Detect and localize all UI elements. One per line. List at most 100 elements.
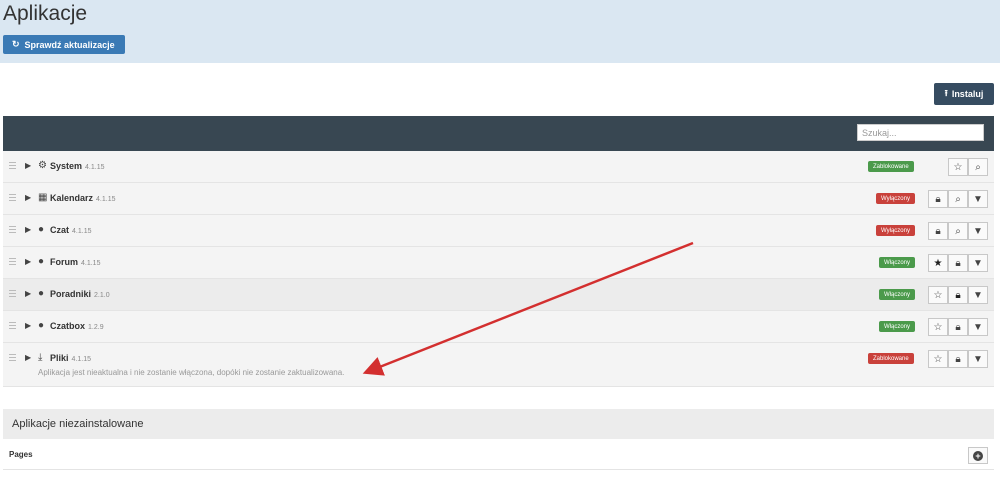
comments-icon: ● — [38, 256, 45, 267]
expand-caret-icon[interactable]: ▶ — [25, 353, 31, 362]
star-outline-icon: ☆ — [953, 161, 963, 173]
install-app-button[interactable]: + — [968, 447, 988, 464]
lock-icon: 🔒︎ — [955, 321, 961, 333]
uninstalled-section-header: Aplikacje niezainstalowane — [3, 409, 994, 439]
search-app-button[interactable]: ⌕ — [968, 158, 988, 176]
lock-button[interactable]: 🔒︎ — [948, 254, 968, 272]
check-updates-button[interactable]: ↻ Sprawdź aktualizacje — [3, 35, 125, 54]
lock-button[interactable]: 🔒︎ — [948, 318, 968, 336]
lock-icon: 🔒︎ — [935, 193, 941, 205]
lock-button[interactable]: 🔒︎ — [948, 350, 968, 368]
status-badge: Zablokowane — [868, 353, 914, 364]
dropdown-button[interactable]: ▼ — [968, 222, 988, 240]
app-row-forum: ▶ ● Forum 4.1.15 Włączony ★ 🔒︎ ▼ — [3, 247, 994, 279]
expand-caret-icon[interactable]: ▶ — [25, 289, 31, 298]
drag-handle-icon[interactable] — [9, 290, 16, 297]
app-name: Czat 4.1.15 — [50, 225, 92, 235]
uninstalled-app-row: Pages + — [3, 440, 994, 470]
install-button[interactable]: ⭱ Instaluj — [934, 83, 994, 105]
drag-handle-icon[interactable] — [9, 226, 16, 233]
app-name: Forum 4.1.15 — [50, 257, 101, 267]
lock-button[interactable]: 🔒︎ — [928, 190, 948, 208]
caret-down-icon: ▼ — [973, 289, 983, 301]
lock-icon: 🔒︎ — [955, 353, 961, 365]
lock-button[interactable]: 🔒︎ — [948, 286, 968, 304]
comments-icon: ● — [38, 288, 45, 299]
calendar-icon: ▦ — [38, 192, 48, 203]
app-name: Czatbox 1.2.9 — [50, 321, 104, 331]
search-icon: ⌕ — [955, 193, 961, 205]
star-icon: ★ — [933, 257, 943, 269]
status-badge: Wyłączony — [876, 225, 915, 236]
dropdown-button[interactable]: ▼ — [968, 190, 988, 208]
lock-icon: 🔒︎ — [955, 289, 961, 301]
install-label: Instaluj — [951, 89, 984, 99]
status-badge: Włączony — [879, 289, 916, 300]
search-icon: ⌕ — [975, 161, 981, 173]
app-row-czat: ▶ ● Czat 4.1.15 Wyłączony 🔒︎ ⌕ ▼ — [3, 215, 994, 247]
app-row-pliki: ▶ ⤓ Pliki 4.1.15 Aplikacja jest nieaktual… — [3, 343, 994, 387]
drag-handle-icon[interactable] — [9, 194, 16, 201]
apps-toolbar — [3, 116, 994, 151]
app-version: 1.2.9 — [88, 324, 104, 331]
drag-handle-icon[interactable] — [9, 258, 16, 265]
lock-icon: 🔒︎ — [935, 225, 941, 237]
drag-handle-icon[interactable] — [9, 162, 16, 169]
favorite-button[interactable]: ☆ — [928, 286, 948, 304]
installed-apps-list: ▶ ⚙ System 4.1.15 Zablokowane ☆ ⌕ ▶ ▦ Kal… — [3, 151, 994, 387]
refresh-icon: ↻ — [12, 39, 20, 49]
caret-down-icon: ▼ — [973, 321, 983, 333]
app-name: Pliki 4.1.15 — [50, 353, 91, 363]
drag-handle-icon[interactable] — [9, 322, 16, 329]
gears-icon: ⚙ — [38, 160, 47, 171]
star-outline-icon: ☆ — [933, 353, 943, 365]
expand-caret-icon[interactable]: ▶ — [25, 225, 31, 234]
favorite-button[interactable]: ☆ — [928, 318, 948, 336]
app-version: 4.1.15 — [96, 196, 116, 203]
search-app-button[interactable]: ⌕ — [948, 222, 968, 240]
lock-button[interactable]: 🔒︎ — [928, 222, 948, 240]
app-row-system: ▶ ⚙ System 4.1.15 Zablokowane ☆ ⌕ — [3, 151, 994, 183]
plus-circle-icon: + — [973, 450, 983, 461]
star-outline-icon: ☆ — [933, 321, 943, 333]
star-outline-icon: ☆ — [933, 289, 943, 301]
expand-caret-icon[interactable]: ▶ — [25, 257, 31, 266]
expand-caret-icon[interactable]: ▶ — [25, 161, 31, 170]
app-version: 2.1.0 — [94, 292, 110, 299]
search-icon: ⌕ — [955, 225, 961, 237]
page-header: Aplikacje ↻ Sprawdź aktualizacje — [0, 0, 1000, 63]
comment-icon: ● — [38, 224, 45, 235]
dropdown-button[interactable]: ▼ — [968, 318, 988, 336]
page-title: Aplikacje — [3, 2, 88, 25]
favorite-button[interactable]: ★ — [928, 254, 948, 272]
favorite-button[interactable]: ☆ — [928, 350, 948, 368]
status-badge: Zablokowane — [868, 161, 914, 172]
dropdown-button[interactable]: ▼ — [968, 350, 988, 368]
status-badge: Włączony — [879, 257, 916, 268]
dropdown-button[interactable]: ▼ — [968, 254, 988, 272]
app-name: System 4.1.15 — [50, 161, 105, 171]
search-input[interactable] — [857, 124, 984, 141]
lock-icon: 🔒︎ — [955, 257, 961, 269]
expand-caret-icon[interactable]: ▶ — [25, 321, 31, 330]
comments-icon: ● — [38, 320, 45, 331]
drag-handle-icon[interactable] — [9, 354, 16, 361]
uninstalled-app-name: Pages — [9, 450, 33, 459]
caret-down-icon: ▼ — [973, 225, 983, 237]
app-version: 4.1.15 — [72, 228, 92, 235]
app-version: 4.1.15 — [71, 356, 91, 363]
caret-down-icon: ▼ — [973, 353, 983, 365]
app-version: 4.1.15 — [85, 164, 105, 171]
caret-down-icon: ▼ — [973, 257, 983, 269]
status-badge: Wyłączony — [876, 193, 915, 204]
favorite-button[interactable]: ☆ — [948, 158, 968, 176]
caret-down-icon: ▼ — [973, 193, 983, 205]
uninstalled-section-title: Aplikacje niezainstalowane — [12, 418, 144, 430]
download-icon: ⤓ — [38, 352, 43, 363]
dropdown-button[interactable]: ▼ — [968, 286, 988, 304]
expand-caret-icon[interactable]: ▶ — [25, 193, 31, 202]
search-app-button[interactable]: ⌕ — [948, 190, 968, 208]
check-updates-label: Sprawdź aktualizacje — [24, 39, 115, 50]
status-badge: Włączony — [879, 321, 916, 332]
upload-icon: ⭱ — [944, 88, 948, 98]
